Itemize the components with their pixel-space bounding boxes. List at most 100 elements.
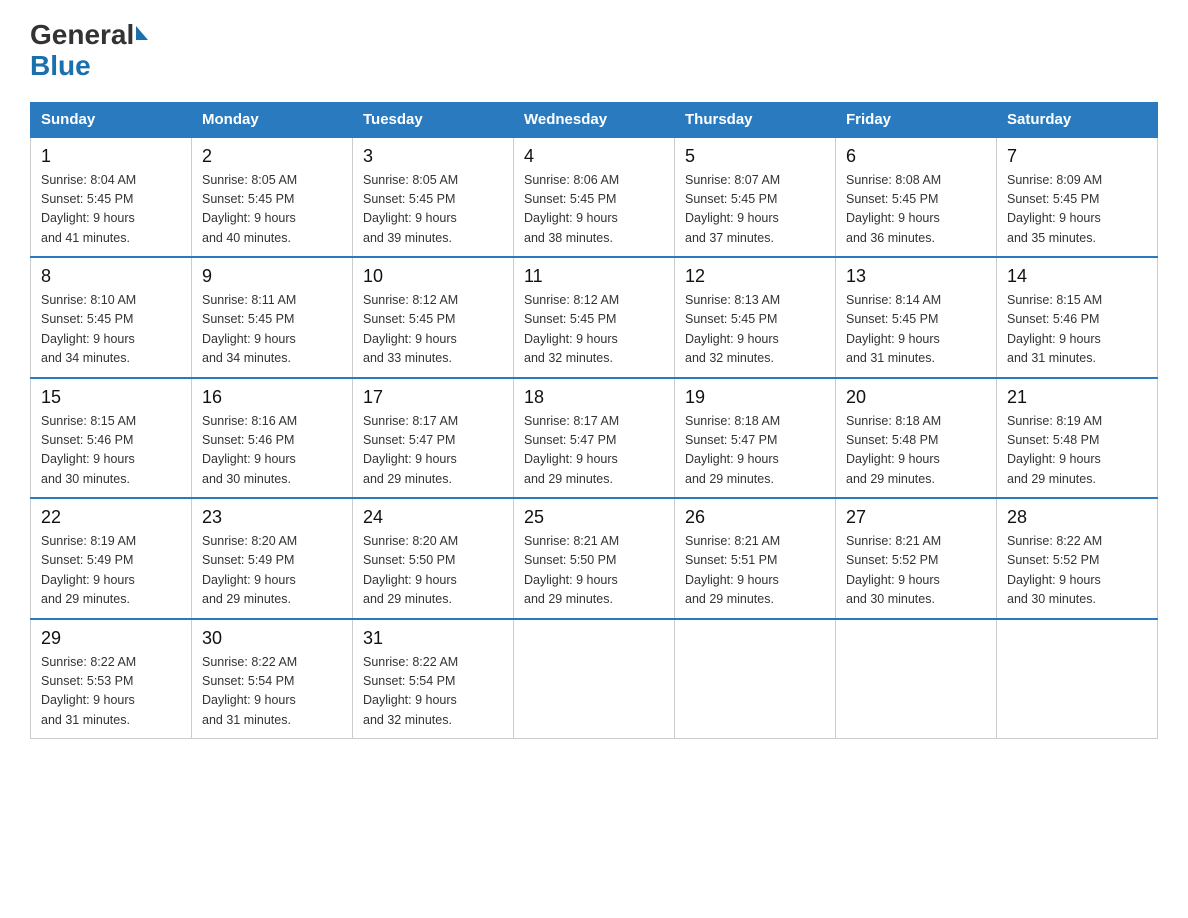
day-number: 3 <box>363 146 503 167</box>
day-info: Sunrise: 8:21 AMSunset: 5:50 PMDaylight:… <box>524 532 664 610</box>
day-number: 21 <box>1007 387 1147 408</box>
calendar-cell <box>997 619 1158 739</box>
header-saturday: Saturday <box>997 102 1158 137</box>
calendar-cell: 24 Sunrise: 8:20 AMSunset: 5:50 PMDayligh… <box>353 498 514 619</box>
day-number: 24 <box>363 507 503 528</box>
header-sunday: Sunday <box>31 102 192 137</box>
day-info: Sunrise: 8:04 AMSunset: 5:45 PMDaylight:… <box>41 171 181 249</box>
day-info: Sunrise: 8:14 AMSunset: 5:45 PMDaylight:… <box>846 291 986 369</box>
calendar-cell: 12Sunrise: 8:13 AMSunset: 5:45 PMDayligh… <box>675 257 836 378</box>
day-info: Sunrise: 8:18 AMSunset: 5:48 PMDaylight:… <box>846 412 986 490</box>
day-number: 30 <box>202 628 342 649</box>
day-info: Sunrise: 8:16 AMSunset: 5:46 PMDaylight:… <box>202 412 342 490</box>
calendar-cell: 19Sunrise: 8:18 AMSunset: 5:47 PMDayligh… <box>675 378 836 499</box>
header-friday: Friday <box>836 102 997 137</box>
day-number: 31 <box>363 628 503 649</box>
day-info: Sunrise: 8:10 AMSunset: 5:45 PMDaylight:… <box>41 291 181 369</box>
day-number: 25 <box>524 507 664 528</box>
day-info: Sunrise: 8:22 AMSunset: 5:53 PMDaylight:… <box>41 653 181 731</box>
day-number: 22 <box>41 507 181 528</box>
calendar-cell: 4 Sunrise: 8:06 AMSunset: 5:45 PMDaylight… <box>514 137 675 258</box>
calendar-cell: 6 Sunrise: 8:08 AMSunset: 5:45 PMDaylight… <box>836 137 997 258</box>
calendar-cell: 5 Sunrise: 8:07 AMSunset: 5:45 PMDaylight… <box>675 137 836 258</box>
day-number: 12 <box>685 266 825 287</box>
day-number: 23 <box>202 507 342 528</box>
day-info: Sunrise: 8:20 AMSunset: 5:50 PMDaylight:… <box>363 532 503 610</box>
header-tuesday: Tuesday <box>353 102 514 137</box>
header-thursday: Thursday <box>675 102 836 137</box>
logo-general-text: General <box>30 20 134 51</box>
day-number: 28 <box>1007 507 1147 528</box>
calendar-cell: 25 Sunrise: 8:21 AMSunset: 5:50 PMDayligh… <box>514 498 675 619</box>
calendar-cell: 8 Sunrise: 8:10 AMSunset: 5:45 PMDaylight… <box>31 257 192 378</box>
calendar-week-2: 8 Sunrise: 8:10 AMSunset: 5:45 PMDaylight… <box>31 257 1158 378</box>
calendar-cell: 10Sunrise: 8:12 AMSunset: 5:45 PMDayligh… <box>353 257 514 378</box>
day-info: Sunrise: 8:12 AMSunset: 5:45 PMDaylight:… <box>524 291 664 369</box>
calendar-cell: 3 Sunrise: 8:05 AMSunset: 5:45 PMDaylight… <box>353 137 514 258</box>
calendar-cell: 11Sunrise: 8:12 AMSunset: 5:45 PMDayligh… <box>514 257 675 378</box>
day-number: 8 <box>41 266 181 287</box>
day-info: Sunrise: 8:15 AMSunset: 5:46 PMDaylight:… <box>41 412 181 490</box>
calendar-cell: 15 Sunrise: 8:15 AMSunset: 5:46 PMDayligh… <box>31 378 192 499</box>
calendar-cell: 18Sunrise: 8:17 AMSunset: 5:47 PMDayligh… <box>514 378 675 499</box>
day-number: 18 <box>524 387 664 408</box>
day-number: 5 <box>685 146 825 167</box>
calendar-header-row: SundayMondayTuesdayWednesdayThursdayFrid… <box>31 102 1158 137</box>
day-info: Sunrise: 8:20 AMSunset: 5:49 PMDaylight:… <box>202 532 342 610</box>
calendar-cell: 21 Sunrise: 8:19 AMSunset: 5:48 PMDayligh… <box>997 378 1158 499</box>
day-number: 7 <box>1007 146 1147 167</box>
day-info: Sunrise: 8:22 AMSunset: 5:52 PMDaylight:… <box>1007 532 1147 610</box>
day-number: 4 <box>524 146 664 167</box>
day-info: Sunrise: 8:06 AMSunset: 5:45 PMDaylight:… <box>524 171 664 249</box>
calendar-cell: 13 Sunrise: 8:14 AMSunset: 5:45 PMDayligh… <box>836 257 997 378</box>
logo-triangle-icon <box>136 26 148 40</box>
day-number: 14 <box>1007 266 1147 287</box>
calendar-cell: 14Sunrise: 8:15 AMSunset: 5:46 PMDayligh… <box>997 257 1158 378</box>
day-number: 15 <box>41 387 181 408</box>
calendar-cell: 17Sunrise: 8:17 AMSunset: 5:47 PMDayligh… <box>353 378 514 499</box>
logo: General Blue <box>30 20 148 82</box>
logo-blue-text: Blue <box>30 51 148 82</box>
day-info: Sunrise: 8:08 AMSunset: 5:45 PMDaylight:… <box>846 171 986 249</box>
day-info: Sunrise: 8:09 AMSunset: 5:45 PMDaylight:… <box>1007 171 1147 249</box>
day-info: Sunrise: 8:07 AMSunset: 5:45 PMDaylight:… <box>685 171 825 249</box>
calendar-table: SundayMondayTuesdayWednesdayThursdayFrid… <box>30 102 1158 740</box>
day-number: 1 <box>41 146 181 167</box>
calendar-cell: 9 Sunrise: 8:11 AMSunset: 5:45 PMDaylight… <box>192 257 353 378</box>
day-info: Sunrise: 8:05 AMSunset: 5:45 PMDaylight:… <box>363 171 503 249</box>
calendar-week-3: 15 Sunrise: 8:15 AMSunset: 5:46 PMDayligh… <box>31 378 1158 499</box>
day-number: 13 <box>846 266 986 287</box>
day-info: Sunrise: 8:05 AMSunset: 5:45 PMDaylight:… <box>202 171 342 249</box>
day-info: Sunrise: 8:19 AMSunset: 5:48 PMDaylight:… <box>1007 412 1147 490</box>
calendar-cell: 31 Sunrise: 8:22 AMSunset: 5:54 PMDayligh… <box>353 619 514 739</box>
calendar-week-4: 22 Sunrise: 8:19 AMSunset: 5:49 PMDayligh… <box>31 498 1158 619</box>
calendar-cell: 23 Sunrise: 8:20 AMSunset: 5:49 PMDayligh… <box>192 498 353 619</box>
calendar-cell: 26Sunrise: 8:21 AMSunset: 5:51 PMDayligh… <box>675 498 836 619</box>
day-info: Sunrise: 8:19 AMSunset: 5:49 PMDaylight:… <box>41 532 181 610</box>
calendar-cell: 22 Sunrise: 8:19 AMSunset: 5:49 PMDayligh… <box>31 498 192 619</box>
calendar-cell: 20 Sunrise: 8:18 AMSunset: 5:48 PMDayligh… <box>836 378 997 499</box>
day-number: 6 <box>846 146 986 167</box>
calendar-cell: 7 Sunrise: 8:09 AMSunset: 5:45 PMDaylight… <box>997 137 1158 258</box>
page-header: General Blue <box>30 20 1158 82</box>
calendar-cell: 16 Sunrise: 8:16 AMSunset: 5:46 PMDayligh… <box>192 378 353 499</box>
day-number: 2 <box>202 146 342 167</box>
day-number: 29 <box>41 628 181 649</box>
day-number: 27 <box>846 507 986 528</box>
calendar-cell: 2 Sunrise: 8:05 AMSunset: 5:45 PMDaylight… <box>192 137 353 258</box>
day-number: 9 <box>202 266 342 287</box>
day-info: Sunrise: 8:12 AMSunset: 5:45 PMDaylight:… <box>363 291 503 369</box>
calendar-cell: 28 Sunrise: 8:22 AMSunset: 5:52 PMDayligh… <box>997 498 1158 619</box>
calendar-cell <box>675 619 836 739</box>
day-number: 16 <box>202 387 342 408</box>
day-info: Sunrise: 8:11 AMSunset: 5:45 PMDaylight:… <box>202 291 342 369</box>
calendar-cell: 29 Sunrise: 8:22 AMSunset: 5:53 PMDayligh… <box>31 619 192 739</box>
day-number: 26 <box>685 507 825 528</box>
day-number: 20 <box>846 387 986 408</box>
day-info: Sunrise: 8:18 AMSunset: 5:47 PMDaylight:… <box>685 412 825 490</box>
calendar-cell: 27Sunrise: 8:21 AMSunset: 5:52 PMDayligh… <box>836 498 997 619</box>
calendar-cell <box>836 619 997 739</box>
day-info: Sunrise: 8:22 AMSunset: 5:54 PMDaylight:… <box>363 653 503 731</box>
calendar-cell: 1 Sunrise: 8:04 AMSunset: 5:45 PMDaylight… <box>31 137 192 258</box>
calendar-cell <box>514 619 675 739</box>
